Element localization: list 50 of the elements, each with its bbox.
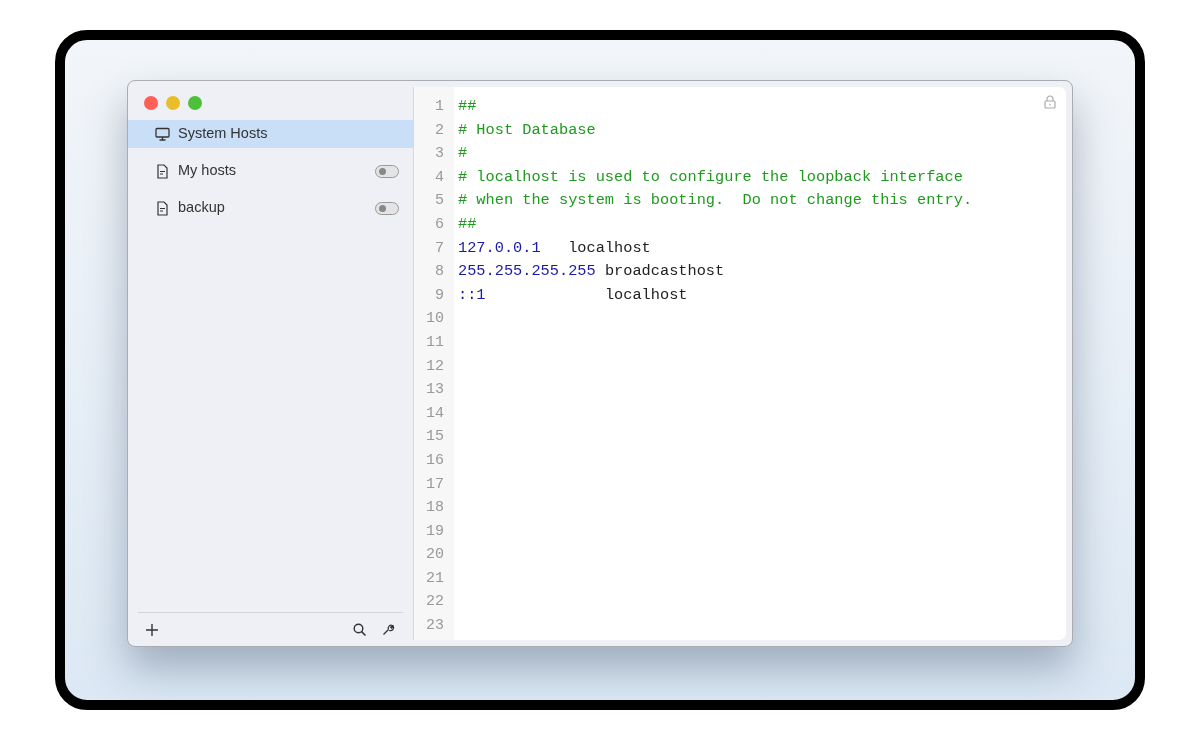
file-icon [155,163,170,179]
code-comment: # Host Database [458,120,596,139]
code-comment: ## [458,97,477,115]
lock-icon[interactable] [1044,95,1056,109]
ip-address: ::1 [458,285,486,304]
toggle-switch[interactable] [375,164,399,178]
line-number: 21 [426,569,444,587]
line-number: 9 [435,286,444,304]
line-number: 4 [435,168,444,186]
ip-address: 255.255.255.255 [458,262,596,281]
line-number: 1 [435,98,444,115]
line-number: 19 [426,522,444,540]
monitor-icon [155,126,170,142]
hostname: broadcasthost [603,262,725,281]
line-number: 8 [435,263,444,281]
close-button[interactable] [144,96,158,110]
zoom-button[interactable] [188,96,202,110]
code-comment: # when the system is booting. Do not change this entry. [458,191,973,210]
line-number: 23 [426,617,444,635]
line-number: 2 [435,121,444,139]
line-number: 10 [426,310,444,328]
line-number: 15 [426,428,444,446]
code-comment: # localhost is used to configure the loopback interface [458,167,963,186]
minimize-button[interactable] [166,96,180,110]
line-number: 3 [435,145,444,163]
hostname: localhost [567,238,651,257]
line-number: 17 [426,475,444,493]
line-number: 20 [426,546,444,564]
add-icon[interactable] [146,623,158,636]
search-icon[interactable] [353,623,366,636]
line-number: 11 [426,333,444,351]
code-comment: # [458,144,468,163]
ip-address: 127.0.0.1 [458,238,541,257]
hostname: localhost [603,285,688,304]
code-comment: ## [458,214,477,233]
line-number: 6 [435,215,444,233]
line-number: 13 [426,381,444,399]
sidebar-item[interactable]: My hosts [128,157,413,185]
line-number: 18 [426,499,444,517]
sidebar-item[interactable]: System Hosts [128,120,413,148]
line-number: 16 [426,451,444,469]
line-number: 12 [426,357,444,375]
line-number: 14 [426,404,444,422]
toggle-switch[interactable] [375,201,399,215]
line-number: 22 [426,593,444,611]
line-number: 5 [435,192,444,210]
file-icon [155,200,170,216]
line-number: 7 [435,239,444,257]
wrench-icon[interactable] [382,623,395,636]
sidebar-item[interactable]: backup [128,194,413,222]
